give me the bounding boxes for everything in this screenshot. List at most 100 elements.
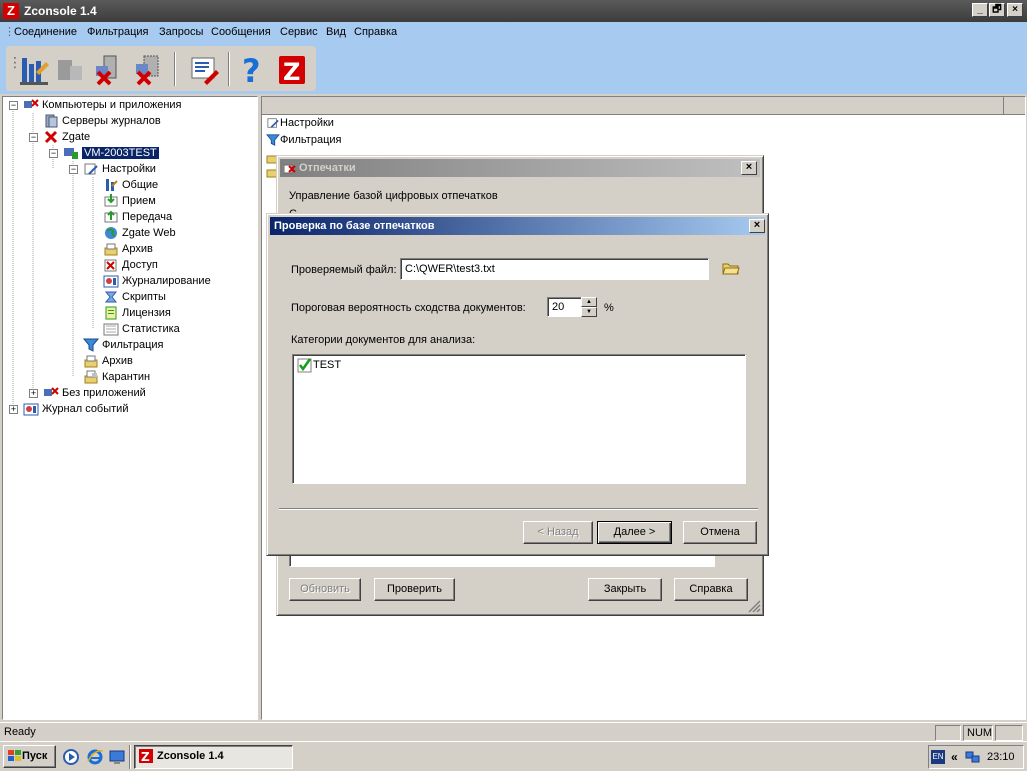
- send-icon: [104, 210, 118, 223]
- svg-text:?: ?: [242, 52, 261, 88]
- menu-view[interactable]: Вид: [326, 26, 346, 38]
- tree-node-zgate[interactable]: Zgate: [43, 129, 90, 145]
- threshold-spinner[interactable]: ▲ ▼: [581, 297, 597, 317]
- tree-expand-toggle[interactable]: +: [9, 405, 18, 414]
- task-label: Zconsole 1.4: [157, 750, 224, 762]
- cancel-button[interactable]: Отмена: [683, 521, 757, 544]
- tray-expand-chevron[interactable]: «: [951, 750, 958, 764]
- computers-icon: [44, 387, 59, 397]
- remove-computer-icon[interactable]: [90, 52, 126, 88]
- taskbar: Пуск Z Zconsole 1.4 EN « 23:10: [0, 741, 1027, 771]
- tree-node-servers[interactable]: Серверы журналов: [43, 113, 161, 129]
- check-fingerprints-dialog: Проверка по базе отпечатков × Проверяемы…: [266, 213, 769, 556]
- show-desktop-icon[interactable]: [109, 749, 125, 765]
- tree-node-archive[interactable]: Архив: [83, 353, 133, 369]
- menu-filtering[interactable]: Фильтрация: [87, 26, 148, 38]
- tree-collapse-toggle[interactable]: −: [49, 149, 58, 158]
- host-computer-icon: [64, 148, 78, 160]
- checkbox-checked-icon[interactable]: [297, 357, 312, 373]
- tree-node-root[interactable]: Компьютеры и приложения: [23, 97, 182, 113]
- disconnect-icon[interactable]: [52, 52, 88, 88]
- help-button[interactable]: Справка: [674, 578, 748, 601]
- threshold-label: Пороговая вероятность сходства документо…: [291, 302, 526, 314]
- menu-connection[interactable]: Соединение: [14, 26, 77, 38]
- category-item-test[interactable]: TEST: [297, 357, 341, 373]
- status-pane-num: NUM: [963, 725, 993, 741]
- tree-node-statistics[interactable]: Статистика: [103, 321, 180, 337]
- fingerprints-close-x[interactable]: ×: [741, 161, 757, 175]
- back-button[interactable]: < Назад: [523, 521, 593, 544]
- tree-node-events[interactable]: Журнал событий: [23, 401, 128, 417]
- start-button[interactable]: Пуск: [3, 745, 56, 768]
- close-window-button[interactable]: ×: [1007, 3, 1023, 17]
- list-item-filtering[interactable]: Фильтрация: [266, 132, 341, 148]
- about-icon[interactable]: Z: [274, 52, 310, 88]
- tree-label: Zgate Web: [122, 227, 176, 239]
- tree-node-receive[interactable]: Прием: [103, 193, 156, 209]
- remove-server-icon[interactable]: [130, 52, 166, 88]
- list-item-settings[interactable]: Настройки: [266, 115, 334, 131]
- menu-messages[interactable]: Сообщения: [211, 26, 271, 38]
- tree-node-send[interactable]: Передача: [103, 209, 172, 225]
- tree-node-license[interactable]: Лицензия: [103, 305, 171, 321]
- tree-collapse-toggle[interactable]: −: [9, 101, 18, 110]
- refresh-button[interactable]: Обновить: [289, 578, 361, 601]
- check-button[interactable]: Проверить: [374, 578, 455, 601]
- file-path-input[interactable]: C:\QWER\test3.txt: [400, 258, 709, 280]
- globe-icon: [105, 227, 117, 240]
- window-title: Zconsole 1.4: [24, 4, 97, 18]
- menu-help[interactable]: Справка: [354, 26, 397, 38]
- toolbar-separator: [174, 52, 176, 86]
- folder-open-icon[interactable]: [722, 260, 740, 276]
- taskbar-task-zconsole[interactable]: Z Zconsole 1.4: [134, 745, 293, 769]
- restore-button[interactable]: 🗗: [989, 3, 1005, 17]
- threshold-input[interactable]: 20: [547, 297, 583, 317]
- spinner-up-icon[interactable]: ▲: [581, 297, 597, 307]
- tree-node-scripts[interactable]: Скрипты: [103, 289, 166, 305]
- list-header-end: [1003, 97, 1025, 115]
- tree-label: Фильтрация: [102, 339, 164, 351]
- next-button[interactable]: Далее >: [597, 521, 672, 544]
- tree-node-logging[interactable]: Журналирование: [103, 273, 211, 289]
- menu-service[interactable]: Сервис: [280, 26, 318, 38]
- tree-node-general[interactable]: Общие: [103, 177, 158, 193]
- tree-node-settings[interactable]: Настройки: [83, 161, 156, 177]
- internet-explorer-icon[interactable]: [87, 749, 103, 765]
- minimize-button[interactable]: _: [972, 3, 988, 17]
- settings-icon: [267, 118, 279, 128]
- archive-icon: [104, 243, 118, 256]
- fingerprints-dialog-title: Отпечатки: [299, 162, 356, 174]
- menu-queries[interactable]: Запросы: [159, 26, 203, 38]
- scripts-icon: [104, 291, 118, 303]
- tree-node-filtering[interactable]: Фильтрация: [83, 337, 163, 353]
- tree-expand-toggle[interactable]: +: [29, 389, 38, 398]
- tree-label: Статистика: [122, 323, 180, 335]
- tree-node-zgate-web[interactable]: Zgate Web: [103, 225, 176, 241]
- network-icon[interactable]: [965, 749, 981, 765]
- quarantine-icon: [84, 370, 98, 384]
- tree-label: Настройки: [102, 163, 156, 175]
- fingerprints-icon: [283, 164, 296, 174]
- resize-grip[interactable]: [747, 599, 761, 613]
- logging-icon: [103, 275, 119, 288]
- clock: 23:10: [987, 751, 1015, 763]
- tree-node-no-apps[interactable]: Без приложений: [43, 385, 146, 401]
- tree-node-host[interactable]: VM-2003TEST: [63, 145, 159, 161]
- tree-node-archive-settings[interactable]: Архив: [103, 241, 153, 257]
- tree-label: Прием: [122, 195, 156, 207]
- help-icon[interactable]: ?: [234, 52, 270, 88]
- tree-label: Общие: [122, 179, 159, 191]
- connect-icon[interactable]: [16, 52, 52, 88]
- fingerprints-description: Управление базой цифровых отпечатков: [289, 190, 498, 202]
- language-indicator[interactable]: EN: [931, 750, 945, 764]
- properties-icon[interactable]: [186, 52, 222, 88]
- spinner-down-icon[interactable]: ▼: [581, 307, 597, 317]
- check-dialog-close-x[interactable]: ×: [749, 219, 765, 233]
- tree-node-quarantine[interactable]: Карантин: [83, 369, 150, 385]
- tree-collapse-toggle[interactable]: −: [69, 165, 78, 174]
- tree-collapse-toggle[interactable]: −: [29, 133, 38, 142]
- menu-bar: ⋮ Соединение Фильтрация Запросы Сообщени…: [0, 22, 1027, 44]
- close-button[interactable]: Закрыть: [588, 578, 662, 601]
- media-player-icon[interactable]: [63, 749, 79, 765]
- tree-node-access[interactable]: Доступ: [103, 257, 158, 273]
